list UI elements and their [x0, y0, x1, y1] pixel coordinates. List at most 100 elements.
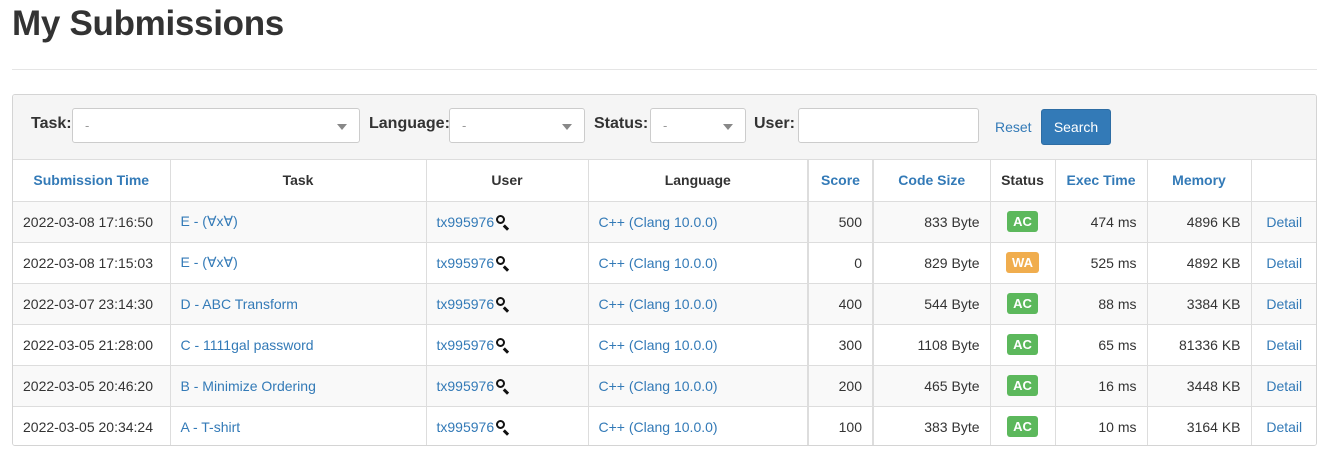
table-row: 2022-03-07 23:14:30 D - ABC Transform tx99…	[13, 283, 1316, 325]
table-row: 2022-03-08 17:15:03 E - (∀x∀) tx995976 C++ …	[13, 242, 1316, 284]
status-select[interactable]: -	[650, 108, 746, 143]
detail-link[interactable]: Detail	[1266, 378, 1302, 394]
user-link[interactable]: tx995976	[437, 419, 495, 435]
column-header-language: Language	[588, 160, 809, 202]
task-link[interactable]: C - 1111gal password	[181, 337, 314, 353]
detail-link[interactable]: Detail	[1266, 255, 1302, 271]
language-select[interactable]: -	[449, 108, 585, 143]
language-filter-label: Language:	[369, 115, 450, 132]
column-header-user: User	[426, 160, 589, 202]
user-link[interactable]: tx995976	[437, 378, 495, 394]
magnifier-icon[interactable]	[496, 378, 510, 394]
language-select-value: -	[462, 118, 467, 133]
user-link[interactable]: tx995976	[437, 255, 495, 271]
language-link[interactable]: C++ (Clang 10.0.0)	[599, 296, 718, 312]
status-badge: AC	[1007, 293, 1038, 314]
task-link[interactable]: A - T-shirt	[181, 419, 241, 435]
language-link[interactable]: C++ (Clang 10.0.0)	[599, 337, 718, 353]
status-badge: WA	[1006, 252, 1039, 273]
language-link[interactable]: C++ (Clang 10.0.0)	[599, 255, 718, 271]
memory: 81336 KB	[1147, 324, 1252, 366]
exec-time: 10 ms	[1055, 406, 1148, 445]
language-link[interactable]: C++ (Clang 10.0.0)	[599, 419, 718, 435]
detail-link[interactable]: Detail	[1266, 214, 1302, 230]
submission-time: 2022-03-05 20:34:24	[13, 406, 171, 445]
task-select-value: -	[85, 118, 90, 133]
user-link[interactable]: tx995976	[437, 214, 495, 230]
user-filter-label: User:	[754, 115, 795, 132]
language-link[interactable]: C++ (Clang 10.0.0)	[599, 378, 718, 394]
magnifier-icon[interactable]	[496, 337, 510, 353]
task-select[interactable]: -	[72, 108, 360, 143]
code-size: 465 Byte	[872, 365, 991, 407]
language-link[interactable]: C++ (Clang 10.0.0)	[599, 214, 718, 230]
table-header-row: Submission Time Task User Language Score…	[13, 160, 1316, 202]
column-header-code-size[interactable]: Code Size	[872, 160, 991, 202]
status-badge: AC	[1007, 375, 1038, 396]
column-header-task: Task	[170, 160, 427, 202]
table-row: 2022-03-05 20:34:24 A - T-shirt tx995976 C+…	[13, 406, 1316, 445]
search-button[interactable]: Search	[1041, 109, 1111, 145]
reset-link[interactable]: Reset	[995, 119, 1032, 135]
chevron-down-icon	[723, 124, 733, 130]
code-size: 1108 Byte	[872, 324, 991, 366]
title-divider	[12, 69, 1317, 70]
score: 200	[807, 365, 874, 407]
submission-time: 2022-03-08 17:15:03	[13, 242, 171, 284]
score: 300	[807, 324, 874, 366]
exec-time: 16 ms	[1055, 365, 1148, 407]
score: 100	[807, 406, 874, 445]
column-header-submission-time[interactable]: Submission Time	[13, 160, 171, 202]
exec-time: 525 ms	[1055, 242, 1148, 284]
task-link[interactable]: B - Minimize Ordering	[181, 378, 316, 394]
table-row: 2022-03-05 20:46:20 B - Minimize Ordering…	[13, 365, 1316, 407]
column-header-score[interactable]: Score	[807, 160, 874, 202]
table-row: 2022-03-08 17:16:50 E - (∀x∀) tx995976 C++ …	[13, 201, 1316, 243]
code-size: 383 Byte	[872, 406, 991, 445]
column-header-status: Status	[990, 160, 1056, 202]
status-badge: AC	[1007, 334, 1038, 355]
status-filter-label: Status:	[594, 115, 649, 132]
memory: 4896 KB	[1147, 201, 1252, 243]
table-row: 2022-03-05 21:28:00 C - 1111gal password t…	[13, 324, 1316, 366]
magnifier-icon[interactable]	[496, 296, 510, 312]
exec-time: 65 ms	[1055, 324, 1148, 366]
magnifier-icon[interactable]	[496, 419, 510, 436]
submission-time: 2022-03-07 23:14:30	[13, 283, 171, 325]
code-size: 829 Byte	[872, 242, 991, 284]
submission-time: 2022-03-05 20:46:20	[13, 365, 171, 407]
detail-link[interactable]: Detail	[1266, 337, 1302, 353]
memory: 4892 KB	[1147, 242, 1252, 284]
chevron-down-icon	[337, 124, 347, 130]
magnifier-icon[interactable]	[496, 214, 510, 230]
submissions-table: Submission Time Task User Language Score…	[13, 160, 1316, 445]
submissions-panel: Task: - Language: - Status: - User: Rese…	[12, 94, 1317, 446]
user-link[interactable]: tx995976	[437, 337, 495, 353]
code-size: 544 Byte	[872, 283, 991, 325]
user-link[interactable]: tx995976	[437, 296, 495, 312]
chevron-down-icon	[562, 124, 572, 130]
status-badge: AC	[1007, 211, 1038, 232]
memory: 3448 KB	[1147, 365, 1252, 407]
task-link[interactable]: D - ABC Transform	[181, 296, 298, 312]
page-title: My Submissions	[12, 4, 284, 43]
exec-time: 474 ms	[1055, 201, 1148, 243]
submission-time: 2022-03-05 21:28:00	[13, 324, 171, 366]
score: 500	[807, 201, 874, 243]
task-filter-label: Task:	[31, 115, 72, 132]
task-link[interactable]: E - (∀x∀)	[181, 254, 238, 270]
column-header-exec-time[interactable]: Exec Time	[1055, 160, 1148, 202]
score: 400	[807, 283, 874, 325]
user-input[interactable]	[798, 108, 979, 143]
submission-time: 2022-03-08 17:16:50	[13, 201, 171, 243]
status-select-value: -	[663, 118, 668, 133]
memory: 3384 KB	[1147, 283, 1252, 325]
column-header-detail	[1251, 160, 1316, 202]
status-badge: AC	[1007, 416, 1038, 438]
task-link[interactable]: E - (∀x∀)	[181, 213, 238, 229]
detail-link[interactable]: Detail	[1266, 296, 1302, 312]
magnifier-icon[interactable]	[496, 255, 510, 271]
column-header-memory[interactable]: Memory	[1147, 160, 1252, 202]
exec-time: 88 ms	[1055, 283, 1148, 325]
detail-link[interactable]: Detail	[1266, 419, 1302, 435]
